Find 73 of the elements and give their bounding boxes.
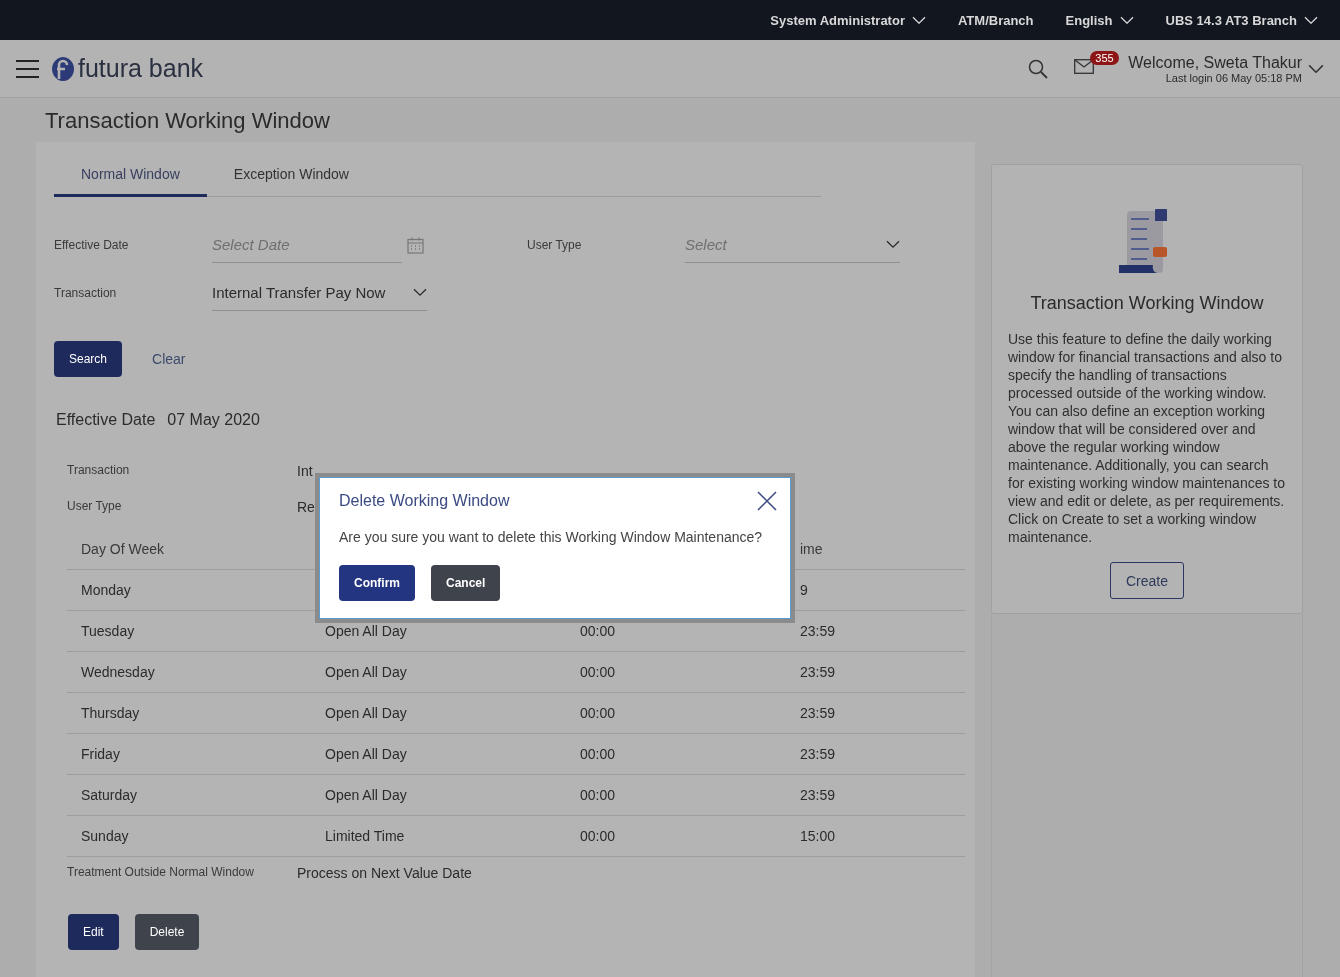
table-cell-text: Tuesday: [80, 623, 136, 639]
table-cell-text: 00:00: [580, 828, 617, 844]
dialog-message: Are you sure you want to delete this Working Window Maintenance?: [339, 529, 764, 545]
cancel-button[interactable]: Cancel: [431, 565, 501, 601]
field-label: User Type: [527, 238, 583, 252]
table-cell-text: 00:00: [580, 623, 617, 639]
table-cell-text: 00:00: [580, 664, 617, 680]
top-bar-menu[interactable]: UBS 14.3 AT3 Branch: [1149, 12, 1334, 28]
field-label: Effective Date: [54, 238, 130, 252]
clear-link[interactable]: Clear: [152, 351, 186, 367]
help-title: Transaction Working Window: [1030, 293, 1264, 314]
delete-button[interactable]: Delete: [134, 914, 200, 950]
table-cell-text: Open All Day: [325, 705, 408, 721]
close-icon[interactable]: [757, 491, 777, 511]
table-cell-text: 00:00: [580, 705, 617, 721]
table-cell-text: Friday: [80, 746, 121, 762]
create-button[interactable]: Create: [1110, 562, 1184, 599]
chevron-down-icon: [413, 288, 427, 297]
table-cell-text: Thursday: [80, 705, 141, 721]
field-label: Transaction: [54, 286, 118, 300]
search-icon[interactable]: [1028, 58, 1049, 79]
transaction-select[interactable]: Internal Transfer Pay Now: [212, 275, 427, 311]
table-cell-text: 00:00: [580, 746, 617, 762]
table-cell-text: 00:00: [580, 787, 617, 803]
table-cell-text: 23:59: [800, 787, 837, 803]
table-cell-text: 9: [800, 582, 809, 598]
table-cell-text: Wednesday: [80, 664, 156, 680]
table-cell-text: Saturday: [80, 787, 139, 803]
detail-value: Process on Next Value Date: [297, 865, 472, 881]
table-cell-text: Open All Day: [325, 623, 408, 639]
welcome-text: Welcome, Sweta Thakur: [1128, 53, 1302, 72]
logo-icon: [51, 55, 75, 82]
table-cell-text: Open All Day: [325, 746, 408, 762]
top-bar-menu[interactable]: English: [1049, 12, 1150, 28]
detail-label: User Type: [67, 499, 123, 515]
table-cell-text: Open All Day: [325, 787, 408, 803]
confirm-button[interactable]: Confirm: [339, 565, 415, 601]
table-cell-text: 23:59: [800, 746, 837, 762]
dialog-title: Delete Working Window: [339, 492, 510, 510]
mail-icon[interactable]: [1074, 59, 1095, 74]
menu-icon[interactable]: [16, 59, 39, 78]
logo-text: futura bank: [78, 54, 204, 83]
chevron-down-icon: [1308, 63, 1324, 74]
chevron-down-icon: [911, 15, 926, 25]
table-cell-text: 23:59: [800, 623, 837, 639]
table-cell-text: Limited Time: [325, 828, 406, 844]
help-text: Use this feature to define the daily working window for financial transactions and also to specify the handling of transactions processed outside of the working window. You can also define an exception working window that will be considered over and above the regular working window maintenance. Additionally, you can search for existing working window maintenances to view and edit or delete, as per requirements. Click on Create to set a working window maintenance.: [1008, 330, 1286, 546]
last-login-text: Last login 06 May 05:18 PM: [1165, 71, 1302, 84]
table-cell-text: 15:00: [800, 828, 837, 844]
table-cell-text: ime: [800, 541, 824, 557]
chevron-down-icon: [1119, 15, 1134, 25]
chevron-down-icon: [886, 240, 900, 249]
table-cell-text: Monday: [80, 582, 132, 598]
tab[interactable]: Exception Window: [206, 156, 376, 197]
table-cell-text: Sunday: [80, 828, 130, 844]
table-cell-text: 23:59: [800, 705, 837, 721]
search-button[interactable]: Search: [54, 341, 123, 377]
top-bar-menu[interactable]: ATM/Branch: [941, 12, 1050, 28]
edit-button[interactable]: Edit: [68, 914, 119, 950]
tab[interactable]: Normal Window: [54, 156, 207, 197]
detail-label: Transaction: [67, 463, 131, 479]
top-bar-menu[interactable]: System Administrator: [754, 12, 942, 28]
notification-badge: 355: [1090, 51, 1119, 65]
summary-value: 07 May 2020: [167, 411, 260, 429]
detail-value: Re: [297, 499, 315, 515]
detail-label: Treatment Outside Normal Window: [67, 865, 255, 881]
page-title: Transaction Working Window: [44, 107, 331, 135]
detail-value: Int: [297, 463, 313, 479]
table-cell-text: Day Of Week: [80, 541, 165, 557]
table-cell-text: 23:59: [800, 664, 837, 680]
table-cell-text: Open All Day: [325, 664, 408, 680]
chevron-down-icon: [1304, 15, 1318, 25]
summary-label: Effective Date: [56, 411, 156, 429]
